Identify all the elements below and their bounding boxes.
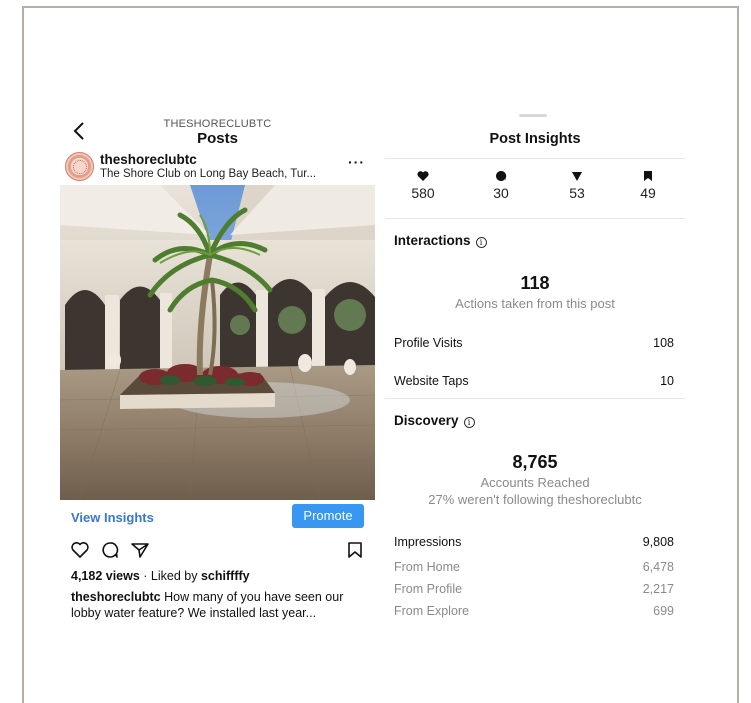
from-home-value: 6,478 — [642, 560, 674, 574]
divider — [385, 218, 685, 219]
discovery-title: Discovery — [394, 413, 459, 428]
website-taps-label: Website Taps — [394, 374, 469, 388]
from-home-label: From Home — [394, 560, 460, 574]
view-insights-link[interactable]: View Insights — [71, 510, 154, 525]
top-bar: THESHORECLUBTC Posts — [60, 110, 375, 150]
info-icon[interactable]: i — [475, 237, 487, 248]
from-profile-label: From Profile — [394, 582, 463, 596]
discovery-heading: Discovery i — [394, 413, 475, 428]
post-actions — [60, 538, 375, 564]
lobby-courtyard-image — [60, 185, 375, 500]
stat-shares: 53 — [547, 170, 607, 201]
divider — [385, 398, 685, 399]
share-icon — [572, 172, 582, 181]
website-taps-row: Website Taps 10 — [394, 374, 674, 388]
stat-likes: 580 — [393, 170, 453, 201]
insights-row: View Insights Promote — [60, 502, 375, 532]
shares-count: 53 — [569, 185, 585, 201]
liked-prefix: · Liked by — [143, 569, 198, 583]
from-explore-value: 699 — [653, 604, 674, 618]
comment-icon — [496, 170, 507, 181]
impressions-row: Impressions 9,808 — [394, 535, 674, 549]
views-line: 4,182 views · Liked by schiffffy — [71, 569, 250, 583]
bookmark-icon — [644, 171, 652, 181]
from-profile-row: From Profile 2,217 — [394, 582, 674, 596]
insights-screen: Post Insights 580 30 53 49 Interactions i… — [385, 108, 685, 628]
comment-icon[interactable] — [100, 540, 120, 560]
from-explore-row: From Explore 699 — [394, 604, 674, 618]
post-header: theshoreclubtc The Shore Club on Long Ba… — [60, 150, 375, 186]
post-location[interactable]: The Shore Club on Long Bay Beach, Tur... — [100, 168, 316, 180]
post-caption: theshoreclubtc How many of you have seen… — [71, 589, 371, 621]
from-profile-value: 2,217 — [642, 582, 674, 596]
stat-saves: 49 — [618, 170, 678, 201]
impressions-value: 9,808 — [642, 535, 674, 549]
interactions-title: Interactions — [394, 233, 471, 248]
impressions-label: Impressions — [394, 535, 462, 549]
profile-visits-label: Profile Visits — [394, 336, 463, 350]
comments-count: 30 — [493, 185, 509, 201]
accounts-reached-total: 8,765 — [512, 452, 558, 472]
website-taps-value: 10 — [660, 374, 674, 388]
account-label: THESHORECLUBTC — [163, 118, 272, 130]
heart-icon — [417, 171, 429, 181]
interactions-total: 118 — [520, 273, 550, 293]
page-title: Posts — [197, 130, 238, 147]
like-heart-icon[interactable] — [70, 540, 90, 560]
views-count: 4,182 views — [71, 569, 140, 583]
more-options-icon[interactable]: ··· — [348, 154, 365, 170]
profile-visits-row: Profile Visits 108 — [394, 336, 674, 350]
post-screen: THESHORECLUBTC Posts theshoreclubtc The … — [60, 110, 375, 625]
post-photo[interactable] — [60, 185, 375, 500]
interactions-subtitle: Actions taken from this post — [455, 296, 615, 311]
liked-by-user[interactable]: schiffffy — [201, 569, 250, 583]
divider — [385, 158, 685, 159]
promote-button[interactable]: Promote — [292, 504, 364, 528]
share-icon[interactable] — [130, 540, 150, 560]
caption-username[interactable]: theshoreclubtc — [71, 590, 161, 604]
interactions-heading: Interactions i — [394, 233, 487, 248]
info-icon[interactable]: i — [463, 417, 475, 428]
saves-count: 49 — [640, 185, 656, 201]
from-explore-label: From Explore — [394, 604, 470, 618]
stat-comments: 30 — [471, 170, 531, 201]
accounts-reached-label: Accounts Reached — [480, 475, 590, 490]
profile-visits-value: 108 — [653, 336, 674, 350]
from-home-row: From Home 6,478 — [394, 560, 674, 574]
following-note: 27% weren't following theshoreclubtc — [428, 492, 642, 507]
insights-title: Post Insights — [489, 131, 581, 147]
save-bookmark-icon[interactable] — [345, 540, 365, 560]
post-username[interactable]: theshoreclubtc — [100, 152, 197, 167]
sheet-grabber[interactable] — [519, 114, 547, 117]
likes-count: 580 — [411, 185, 435, 201]
avatar[interactable] — [65, 152, 94, 181]
